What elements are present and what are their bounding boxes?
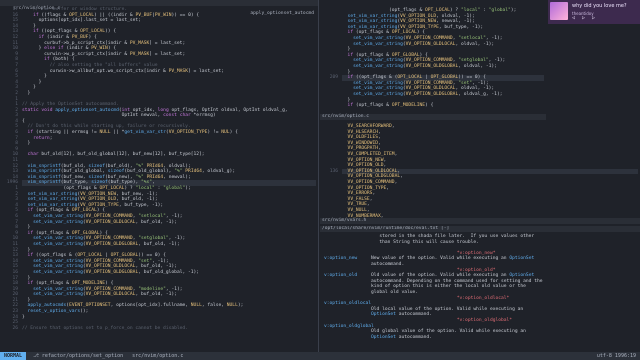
album-art [550, 2, 568, 20]
status-bar: NORMAL ⎇ refactor/options/set_option src… [0, 352, 640, 360]
code-text[interactable]: (opt_flags & OPT_LOCAL) ? "local" : "glo… [342, 8, 544, 109]
right-top-pane[interactable]: 209 (opt_flags & OPT_LOCAL) ? "local" : … [320, 0, 546, 120]
help-pane[interactable]: /opt/local/share/nvim/runtime/doc/eval.t… [320, 226, 640, 352]
left-code-area[interactable]: 17 16 15 14 13 12 11 10 9 8 7 6 5 4 3 2 1 1 2 3 4 5 6 7 8 9 10 11 12… [0, 7, 318, 352]
code-line[interactable]: if (opt_flags & OPT_MODELINE) { [342, 103, 544, 109]
status-filename: src/nvim/option.c [132, 353, 184, 359]
right-mid-pane-title: src/nvim/vvars.h [320, 218, 640, 224]
line-number [320, 103, 338, 109]
git-branch: ⎇ refactor/options/set_option [33, 353, 124, 359]
left-editor-pane[interactable]: src/nvim/option.c apply_optionset_autocm… [0, 0, 318, 352]
line-number-gutter: 209 [320, 8, 338, 109]
cursor-position: utf-8 1996:19 [596, 353, 636, 359]
branch-name: refactor/options/set_option [41, 353, 124, 359]
left-pane-title: src/nvim/option.c apply_optionset_autocm… [0, 0, 318, 16]
help-line: OptionSet autocommand. [371, 334, 432, 340]
mode-indicator: NORMAL [0, 352, 27, 360]
code-text[interactable]: // for buffer or window structure. if ((… [22, 7, 316, 331]
track-title: why did you love me? [572, 3, 627, 9]
code-line[interactable]: // Ensure that options set to p_force_on… [22, 326, 316, 332]
help-text[interactable]: stored in the shada file later. If you u… [324, 234, 638, 340]
music-widget[interactable]: why did you love me? theantidoy ◁ ▷ ▷ [548, 0, 640, 24]
playback-controls[interactable]: ◁ ▷ ▷ [572, 15, 597, 22]
code-text[interactable]: VV_SEARCHFORWARD, VV_HLSEARCH, VV_OLDFIL… [342, 124, 638, 219]
right-top-pane-title: src/nvim/option.c [320, 114, 546, 120]
right-mid-pane[interactable]: 136 VV_SEARCHFORWARD, VV_HLSEARCH, VV_OL… [320, 122, 640, 224]
line-number: 26 [12, 325, 18, 331]
vertical-divider[interactable] [318, 0, 319, 352]
help-pane-title: /opt/local/share/nvim/runtime/doc/eval.t… [320, 226, 640, 232]
line-number-gutter: 136 [320, 124, 338, 219]
line-number-gutter: 17 16 15 14 13 12 11 10 9 8 7 6 5 4 3 2 1 1 2 3 4 5 6 7 8 9 10 11 12… [0, 7, 18, 331]
